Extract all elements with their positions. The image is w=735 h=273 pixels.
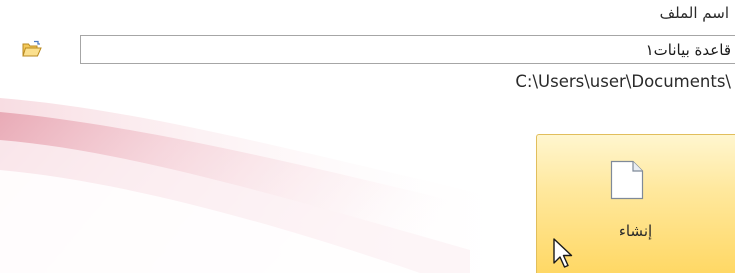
file-name-input[interactable] xyxy=(80,35,735,64)
blank-document-icon xyxy=(610,160,644,200)
file-name-label: اسم الملف xyxy=(659,4,729,22)
create-button-label: إنشاء xyxy=(618,222,653,240)
browse-folder-button[interactable] xyxy=(22,40,42,58)
create-button[interactable]: إنشاء xyxy=(536,134,735,273)
folder-open-icon xyxy=(22,40,42,57)
save-location-path: C:\Users\user\Documents\ xyxy=(515,72,731,91)
